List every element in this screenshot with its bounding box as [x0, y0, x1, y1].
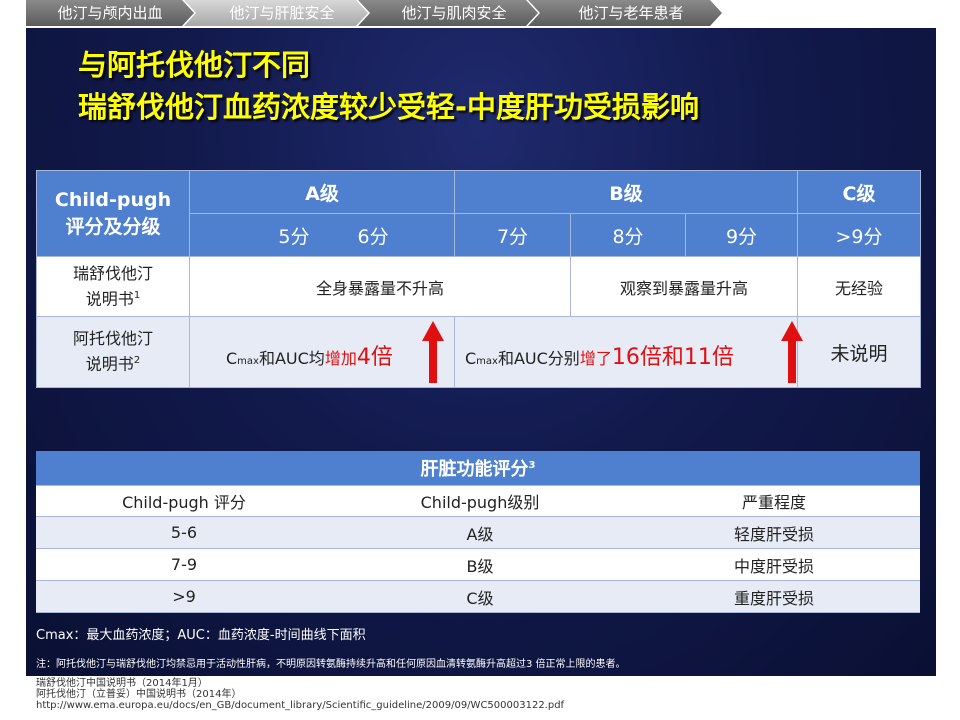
- rosuvastatin-grade-c: 无经验: [797, 256, 921, 317]
- atorvastatin-grade-c: 未说明: [797, 316, 921, 388]
- cell-score: 7-9: [36, 548, 332, 581]
- grade-b-mid-text: 和AUC分别: [497, 349, 580, 368]
- tab-intracranial-hemorrhage[interactable]: 他汀与颅内出血: [26, 0, 194, 26]
- score-over-9: >9分: [797, 213, 921, 257]
- score-9: 9分: [685, 213, 798, 257]
- score-6: 6分: [321, 213, 455, 257]
- cell-severity: 重度肝受损: [628, 580, 920, 613]
- table-row: 5-6 A级 轻度肝受损: [36, 516, 920, 549]
- reference-2: 阿托伐他汀（立普妥）中国说明书（2014年）: [36, 689, 242, 700]
- grade-b-header: B级: [454, 170, 798, 214]
- tab-muscle-safety[interactable]: 他汀与肌肉安全: [358, 0, 538, 26]
- footnote-3: 3: [528, 460, 536, 471]
- atorvastatin-grade-a: Cmax和AUC均增加4倍: [189, 316, 455, 388]
- row-rosuvastatin-label: 瑞舒伐他汀 说明书1: [36, 256, 190, 317]
- cell-severity: 中度肝受损: [628, 548, 920, 581]
- atorvastatin-grade-b: Cmax和AUC分别增了16倍和11倍: [454, 316, 803, 388]
- cell-severity: 轻度肝受损: [628, 516, 920, 549]
- rosuvastatin-label-text: 说明书: [85, 289, 134, 309]
- cmax-sub: max: [237, 356, 259, 367]
- child-pugh-comparison-table: Child-pugh 评分及分级 A级 B级 C级 5分 6分 7分 8分 9分…: [36, 170, 921, 388]
- cell-grade: B级: [332, 548, 628, 581]
- rosuvastatin-label-line-2: 说明书1: [37, 285, 189, 310]
- grade-b-increase-word: 增了: [579, 349, 612, 368]
- corner-line-1: Child-pugh: [54, 188, 172, 211]
- increase-arrow-icon: [422, 321, 444, 383]
- cell-score: 5-6: [36, 516, 332, 549]
- tab-liver-safety[interactable]: 他汀与肝脏安全: [184, 0, 368, 26]
- reference-1: 瑞舒伐他汀中国说明书（2014年1月）: [36, 678, 208, 689]
- abbreviation-note: Cmax：最大血药浓度；AUC：血药浓度-时间曲线下面积: [36, 628, 366, 643]
- contraindication-note: 注：阿托伐他汀与瑞舒伐他汀均禁忌用于活动性肝病，不明原因转氨酶持续升高和任何原因…: [36, 659, 626, 670]
- table-row: >9 C级 重度肝受损: [36, 580, 920, 613]
- footnote-1: 1: [133, 289, 141, 301]
- title-line-1: 与阿托伐他汀不同: [78, 48, 311, 82]
- atorvastatin-label-line-2: 说明书2: [37, 350, 189, 375]
- grade-c-header: C级: [797, 170, 921, 214]
- atorvastatin-label-line-1: 阿托伐他汀: [72, 329, 153, 349]
- tab-elderly-patients[interactable]: 他汀与老年患者: [528, 0, 722, 26]
- cell-score: >9: [36, 580, 332, 613]
- atorvastatin-grade-a-text: Cmax和AUC均增加4倍: [226, 339, 393, 371]
- footnote-2: 2: [133, 355, 141, 367]
- cell-grade: C级: [332, 580, 628, 613]
- grade-a-fold: 4倍: [356, 345, 393, 370]
- section-nav: 他汀与颅内出血 他汀与肝脏安全 他汀与肌肉安全 他汀与老年患者: [0, 0, 960, 26]
- cmax-c: C: [226, 349, 238, 368]
- score-7: 7分: [454, 213, 571, 257]
- score-8: 8分: [570, 213, 686, 257]
- score-5: 5分: [189, 213, 322, 257]
- rosuvastatin-label-line-1: 瑞舒伐他汀: [72, 263, 153, 283]
- cmax-sub-b: max: [476, 356, 498, 367]
- liver-function-score-table: 肝脏功能评分3 Child-pugh 评分 Child-pugh级别 严重程度 …: [36, 451, 920, 613]
- col-header-score: Child-pugh 评分: [36, 485, 332, 517]
- title-line-2: 瑞舒伐他汀血药浓度较少受轻-中度肝功受损影响: [78, 90, 700, 124]
- row-atorvastatin-label: 阿托伐他汀 说明书2: [36, 316, 190, 388]
- grade-b-fold: 16倍和11倍: [611, 345, 734, 370]
- grade-a-increase-word: 增加: [324, 349, 357, 368]
- slide-title: 与阿托伐他汀不同 瑞舒伐他汀血药浓度较少受轻-中度肝功受损影响: [78, 44, 699, 128]
- rosuvastatin-grade-b89: 观察到暴露量升高: [570, 256, 798, 317]
- table-row: 7-9 B级 中度肝受损: [36, 548, 920, 581]
- references: 瑞舒伐他汀中国说明书（2014年1月） 阿托伐他汀（立普妥）中国说明书（2014…: [36, 678, 564, 711]
- grade-a-header: A级: [189, 170, 455, 214]
- cmax-c-b: C: [465, 349, 477, 368]
- liver-table-title: 肝脏功能评分3: [36, 451, 920, 486]
- col-header-grade: Child-pugh级别: [332, 485, 628, 517]
- grade-a-mid-text: 和AUC均: [258, 349, 325, 368]
- liver-table-title-text: 肝脏功能评分: [420, 459, 529, 480]
- increase-arrow-icon: [781, 321, 803, 383]
- cell-grade: A级: [332, 516, 628, 549]
- col-header-severity: 严重程度: [628, 485, 920, 517]
- rosuvastatin-grade-a-b7: 全身暴露量不升高: [189, 256, 571, 317]
- atorvastatin-grade-b-text: Cmax和AUC分别增了16倍和11倍: [465, 339, 734, 371]
- table-corner-header: Child-pugh 评分及分级: [36, 170, 190, 257]
- atorvastatin-label-text: 说明书: [85, 354, 134, 374]
- reference-3[interactable]: http://www.ema.europa.eu/docs/en_GB/docu…: [36, 700, 564, 711]
- corner-line-2: 评分及分级: [65, 215, 161, 238]
